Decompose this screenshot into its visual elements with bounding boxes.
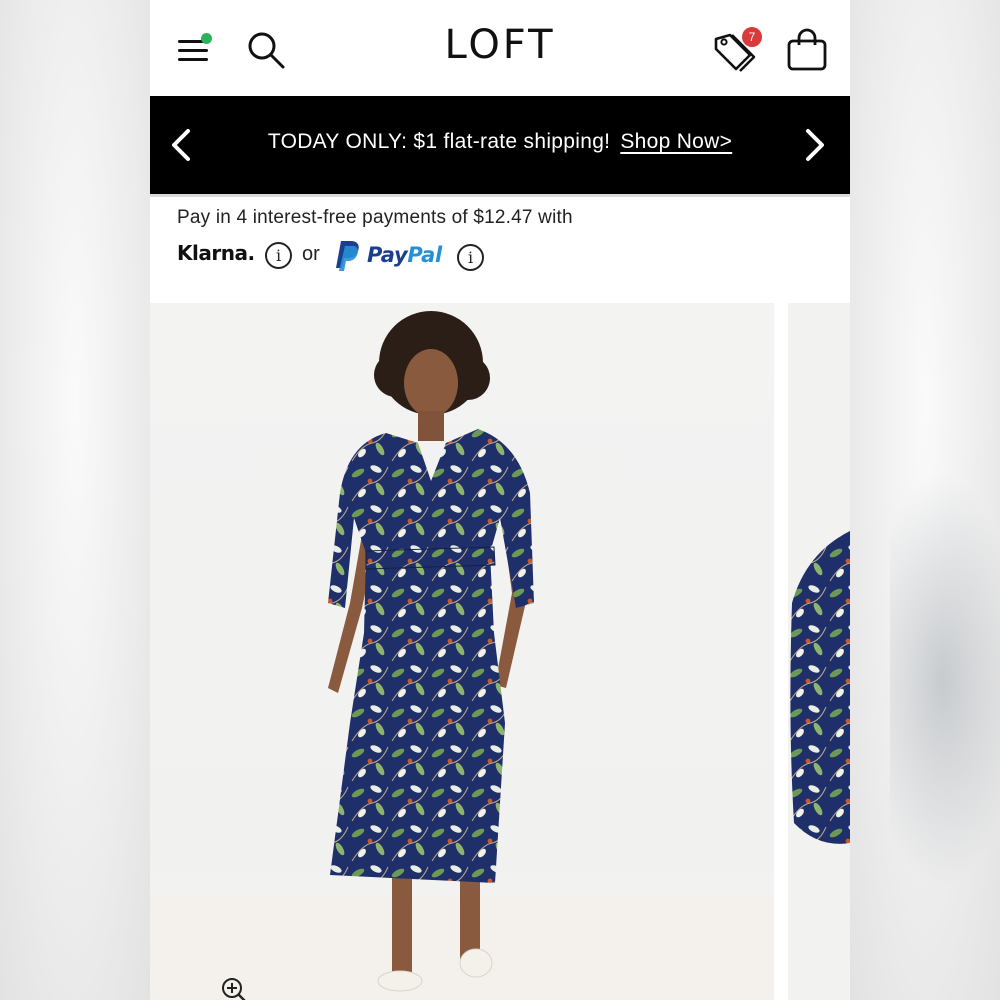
background-left	[0, 0, 150, 1000]
shopping-bag-icon[interactable]	[786, 28, 828, 72]
next-product-image[interactable]	[788, 303, 850, 1000]
klarna-info-icon[interactable]: i	[265, 242, 292, 269]
promo-text: TODAY ONLY: $1 flat-rate shipping! Shop N…	[150, 130, 850, 154]
promo-banner: TODAY ONLY: $1 flat-rate shipping! Shop N…	[150, 96, 850, 194]
site-header: LOFT 7	[150, 0, 850, 96]
klarna-logo: Klarna.	[177, 241, 255, 265]
divider	[150, 194, 850, 197]
paypal-icon	[336, 241, 359, 271]
or-label: or	[302, 243, 320, 265]
chevron-right-icon[interactable]	[794, 123, 834, 167]
payment-providers: Klarna. i or PayPal i	[177, 238, 677, 274]
paypal-logo: PayPal	[367, 243, 442, 267]
menu-icon[interactable]	[176, 33, 212, 66]
model-photo	[150, 311, 774, 1000]
mobile-page: LOFT 7 TODAY ONLY: $1 flat-rate shipping…	[150, 0, 850, 1000]
deals-count-badge: 7	[742, 27, 762, 47]
next-photo-preview	[790, 531, 850, 844]
zoom-in-icon[interactable]	[220, 976, 248, 1000]
search-icon[interactable]	[246, 30, 286, 70]
shop-now-link[interactable]: Shop Now>	[620, 130, 732, 153]
menu-notification-dot	[201, 33, 212, 44]
background-right	[850, 0, 1000, 1000]
installment-text: Pay in 4 interest-free payments of $12.4…	[177, 207, 573, 228]
promo-message: TODAY ONLY: $1 flat-rate shipping!	[267, 130, 611, 153]
product-image[interactable]	[150, 303, 774, 1000]
paypal-info-icon[interactable]: i	[457, 244, 484, 271]
